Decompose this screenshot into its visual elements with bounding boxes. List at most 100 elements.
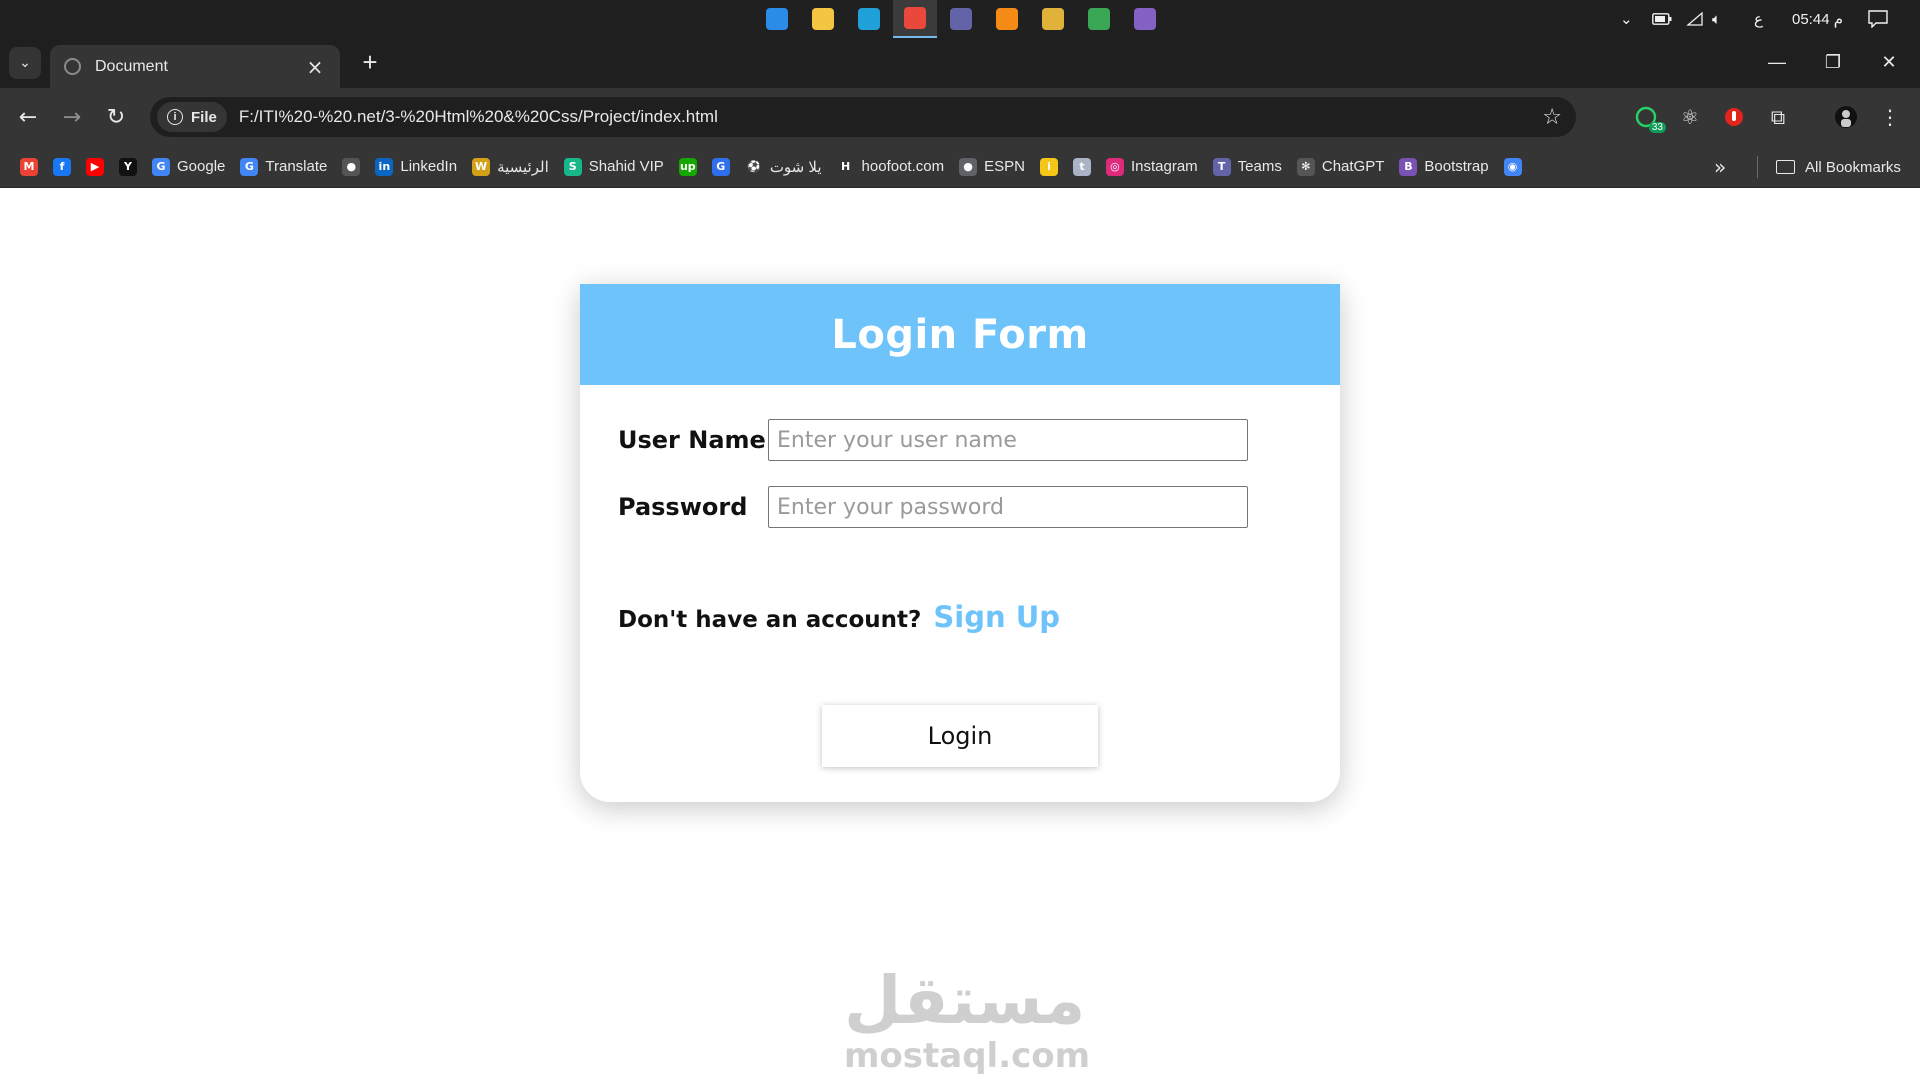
extensions-puzzle-icon[interactable]: ⧉	[1762, 101, 1794, 133]
bookmark-item[interactable]: in LinkedIn	[369, 152, 466, 182]
chrome-icon-glyph	[904, 7, 926, 29]
shahid-icon: S	[563, 157, 582, 176]
teams-icon-glyph	[950, 8, 972, 30]
keyboard-language[interactable]: ع	[1754, 0, 1763, 38]
photos-icon-glyph	[1088, 8, 1110, 30]
bookmark-item[interactable]: ◉	[1498, 152, 1531, 182]
site-info-chip[interactable]: i File	[157, 102, 227, 132]
file-explorer-icon-glyph	[812, 8, 834, 30]
notifications-icon[interactable]	[1868, 0, 1888, 38]
photos-icon[interactable]	[1077, 0, 1121, 38]
wifi-icon[interactable]	[1686, 0, 1704, 38]
password-row: Password	[618, 486, 1248, 528]
windows-taskbar: ⌄ 🔈︎ ع 05:44 م	[0, 0, 1920, 38]
bookmark-item[interactable]: ✻ ChatGPT	[1291, 152, 1394, 182]
password-input[interactable]	[768, 486, 1248, 528]
yallashoot-icon: ⚽	[744, 157, 763, 176]
bookmark-star-icon[interactable]: ☆	[1542, 105, 1562, 130]
forward-arrow-icon[interactable]: →	[56, 101, 88, 133]
restore-icon[interactable]: ❐	[1810, 38, 1856, 86]
visual-studio-icon[interactable]	[1123, 0, 1167, 38]
paint-icon[interactable]	[1031, 0, 1075, 38]
bookmark-item[interactable]: M	[14, 152, 47, 182]
bookmark-label: LinkedIn	[400, 158, 458, 175]
wuzzuf-icon: W	[472, 157, 491, 176]
imdb-icon: i	[1039, 157, 1058, 176]
goodreads-icon: G	[711, 157, 730, 176]
signup-link[interactable]: Sign Up	[933, 600, 1060, 634]
bookmark-item[interactable]: ▶	[80, 152, 113, 182]
login-button[interactable]: Login	[822, 705, 1098, 767]
bookmark-item[interactable]: G Google	[146, 152, 234, 182]
new-tab-plus-icon[interactable]: +	[354, 46, 386, 78]
vlc-icon[interactable]	[985, 0, 1029, 38]
bookmark-label: hoofoot.com	[861, 158, 945, 175]
close-window-icon[interactable]: ✕	[1866, 38, 1912, 86]
bookmark-item[interactable]: B Bootstrap	[1393, 152, 1497, 182]
battery-icon[interactable]	[1652, 0, 1672, 38]
vscode-icon[interactable]	[755, 0, 799, 38]
bookmark-item[interactable]: f	[47, 152, 80, 182]
username-input[interactable]	[768, 419, 1248, 461]
bookmark-item[interactable]: i	[1034, 152, 1067, 182]
react-devtools-icon[interactable]: ⚛	[1674, 101, 1706, 133]
username-label: User Name	[618, 426, 766, 454]
more-bookmarks-icon[interactable]: »	[1714, 146, 1726, 188]
all-bookmarks-button[interactable]: All Bookmarks	[1776, 146, 1901, 188]
chrome-icon[interactable]	[893, 0, 937, 38]
bookmark-item[interactable]: up	[673, 152, 706, 182]
volume-icon[interactable]: 🔈︎	[1712, 0, 1721, 38]
back-arrow-icon[interactable]: ←	[12, 101, 44, 133]
paint-icon-glyph	[1042, 8, 1064, 30]
tumblr-icon: t	[1072, 157, 1091, 176]
profile-avatar[interactable]	[1830, 101, 1862, 133]
minimize-icon[interactable]: —	[1754, 38, 1800, 86]
login-card: Login Form User Name Password Don't have…	[580, 284, 1340, 802]
youtube-icon: ▶	[86, 157, 104, 176]
bookmark-item[interactable]: t	[1067, 152, 1100, 182]
browser-tab-document[interactable]: Document ×	[50, 45, 340, 88]
address-bar[interactable]: i File F:/ITI%20-%20.net/3-%20Html%20&%2…	[150, 97, 1576, 137]
password-label: Password	[618, 493, 748, 521]
bookmark-label: الرئيسية	[497, 158, 549, 176]
bookmark-item[interactable]: ● ESPN	[953, 152, 1034, 182]
reload-icon[interactable]: ↻	[100, 101, 132, 133]
browser-toolbar: ← → ↻ i File F:/ITI%20-%20.net/3-%20Html…	[0, 88, 1920, 146]
tray-overflow-icon[interactable]: ⌄	[1620, 0, 1633, 38]
close-tab-icon[interactable]: ×	[304, 55, 326, 79]
folder-icon	[1776, 160, 1795, 174]
mostaql-watermark: مستقل mostaql.com	[844, 964, 1090, 1075]
url-text[interactable]: F:/ITI%20-%20.net/3-%20Html%20&%20Css/Pr…	[239, 107, 1542, 127]
teams-bookmark-icon: T	[1212, 157, 1231, 176]
facebook-icon: f	[53, 157, 71, 176]
more-menu-icon[interactable]: ⋮	[1874, 101, 1906, 133]
bookmark-item[interactable]: W الرئيسية	[466, 152, 558, 182]
bookmark-item[interactable]: S Shahid VIP	[558, 152, 673, 182]
file-explorer-icon[interactable]	[801, 0, 845, 38]
page-viewport: Login Form User Name Password Don't have…	[0, 189, 1920, 1080]
info-icon: i	[167, 109, 183, 125]
bookmark-item[interactable]: T Teams	[1207, 152, 1291, 182]
bookmark-item[interactable]: G	[706, 152, 739, 182]
bookmark-item[interactable]: ◎ Instagram	[1100, 152, 1207, 182]
translate-icon: G	[240, 157, 259, 176]
bookmark-label: ESPN	[984, 158, 1025, 175]
tab-search-chevron-down-icon[interactable]: ⌄	[9, 47, 41, 79]
bookmark-item[interactable]: ⚽ يلا شوت	[739, 152, 831, 182]
bookmark-item[interactable]: Hhoofoot.com	[831, 152, 954, 182]
signup-prompt: Don't have an account?	[618, 607, 922, 633]
bookmark-item[interactable]: G Translate	[234, 152, 336, 182]
bookmark-label: Teams	[1237, 158, 1282, 175]
visual-studio-icon-glyph	[1134, 8, 1156, 30]
yts-icon: Y	[119, 157, 137, 176]
bookmark-item[interactable]: Y	[113, 152, 146, 182]
teams-icon[interactable]	[939, 0, 983, 38]
edge-icon[interactable]	[847, 0, 891, 38]
form-title: Login Form	[831, 311, 1089, 358]
bookmark-item[interactable]: ●	[336, 152, 369, 182]
clock[interactable]: 05:44 م	[1792, 0, 1843, 38]
whatsapp-extension-icon[interactable]: 33	[1630, 101, 1666, 133]
bookmark-label: Google	[177, 158, 226, 175]
adblock-icon[interactable]	[1718, 101, 1750, 133]
username-row: User Name	[618, 419, 1248, 461]
